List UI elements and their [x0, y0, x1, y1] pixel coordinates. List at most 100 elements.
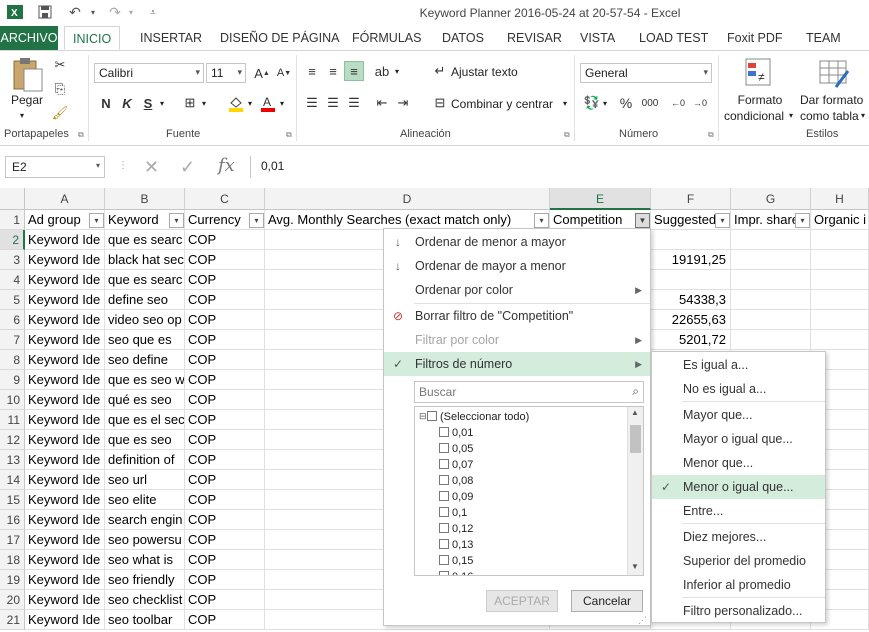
align-left-icon[interactable]: ☰ — [302, 93, 322, 113]
row-header[interactable]: 21 — [0, 610, 25, 630]
underline-button[interactable]: S — [138, 93, 158, 113]
filter-button-b[interactable]: ▾ — [169, 213, 184, 228]
table-cell-a[interactable]: Keyword Ide — [25, 390, 105, 410]
increase-indent-icon[interactable]: ⇥ — [393, 93, 413, 113]
row-header[interactable]: 4 — [0, 270, 25, 290]
table-cell-c[interactable]: COP — [185, 530, 265, 550]
row-header[interactable]: 15 — [0, 490, 25, 510]
undo-icon[interactable]: ↶ — [66, 3, 84, 21]
filter-value-checkbox[interactable]: 0,1 — [439, 505, 467, 521]
row-header-1[interactable]: 1 — [0, 210, 25, 230]
table-cell-g[interactable] — [731, 270, 811, 290]
select-all-checkbox[interactable]: (Seleccionar todo) — [427, 409, 529, 425]
table-cell-g[interactable] — [731, 310, 811, 330]
table-cell-h[interactable] — [811, 290, 869, 310]
filter-value-checkbox[interactable]: 0,07 — [439, 457, 473, 473]
table-cell-b[interactable]: seo friendly — [105, 570, 185, 590]
table-cell-a[interactable]: Keyword Ide — [25, 530, 105, 550]
insert-function-icon[interactable]: fx — [218, 155, 235, 176]
filter-value-checkbox[interactable]: 0,12 — [439, 521, 473, 537]
table-cell-c[interactable]: COP — [185, 470, 265, 490]
wrap-text-button[interactable]: Ajustar texto — [451, 65, 518, 79]
menu-clear-filter[interactable]: ⊘ Borrar filtro de "Competition" — [384, 304, 650, 328]
table-cell-c[interactable]: COP — [185, 290, 265, 310]
table-cell-a[interactable]: Keyword Ide — [25, 350, 105, 370]
table-cell-f[interactable] — [651, 270, 731, 290]
row-header[interactable]: 3 — [0, 250, 25, 270]
align-bottom-icon[interactable]: ≡ — [344, 61, 364, 81]
tab-diseno-pagina[interactable]: DISEÑO DE PÁGINA — [212, 26, 347, 50]
resize-grip-icon[interactable]: ⋰ — [638, 615, 647, 626]
filter-button-f[interactable]: ▾ — [715, 213, 730, 228]
table-cell-a[interactable]: Keyword Ide — [25, 610, 105, 630]
table-cell-c[interactable]: COP — [185, 410, 265, 430]
tab-formulas[interactable]: FÓRMULAS — [344, 26, 429, 50]
table-cell-a[interactable]: Keyword Ide — [25, 570, 105, 590]
bold-button[interactable]: N — [96, 93, 116, 113]
table-cell-f[interactable]: 54338,3 — [651, 290, 731, 310]
number-filter-option[interactable]: Es igual a... — [652, 353, 825, 377]
name-box[interactable]: E2 ▾ — [5, 156, 105, 178]
tab-team[interactable]: TEAM — [798, 26, 849, 50]
paste-icon[interactable] — [10, 57, 44, 93]
merge-center-icon[interactable]: ⊟ — [430, 93, 450, 113]
table-cell-a[interactable]: Keyword Ide — [25, 470, 105, 490]
tab-archivo[interactable]: ARCHIVO — [0, 26, 58, 50]
table-cell-c[interactable]: COP — [185, 250, 265, 270]
increase-font-icon[interactable]: A ▲ — [252, 63, 272, 83]
thousands-button[interactable]: 000 — [638, 93, 662, 113]
table-cell-b[interactable]: define seo — [105, 290, 185, 310]
alignment-launcher-icon[interactable]: ⧉ — [564, 130, 570, 140]
table-cell-a[interactable]: Keyword Ide — [25, 410, 105, 430]
column-header-h[interactable]: H — [811, 188, 869, 210]
row-header[interactable]: 13 — [0, 450, 25, 470]
column-header-e[interactable]: E — [550, 188, 651, 210]
table-cell-b[interactable]: seo powersu — [105, 530, 185, 550]
select-all-corner[interactable] — [0, 188, 25, 210]
clipboard-launcher-icon[interactable]: ⧉ — [78, 130, 84, 140]
confirm-entry-icon[interactable]: ✓ — [180, 157, 195, 178]
cancel-entry-icon[interactable]: ✕ — [144, 157, 159, 178]
tab-load-test[interactable]: LOAD TEST — [631, 26, 716, 50]
row-header[interactable]: 8 — [0, 350, 25, 370]
table-cell-f[interactable]: 22655,63 — [651, 310, 731, 330]
number-filter-option[interactable]: Superior del promedio — [652, 549, 825, 573]
undo-dropdown-icon[interactable]: ▾ — [84, 3, 102, 21]
number-filter-option[interactable]: ✓ Menor o igual que... — [652, 475, 825, 499]
table-cell-b[interactable]: search engin — [105, 510, 185, 530]
number-launcher-icon[interactable]: ⧉ — [708, 130, 714, 140]
table-cell-c[interactable]: COP — [185, 430, 265, 450]
column-header-c[interactable]: C — [185, 188, 265, 210]
scroll-down-icon[interactable]: ▼ — [631, 562, 639, 571]
table-cell-h[interactable] — [811, 330, 869, 350]
table-cell-a[interactable]: Keyword Ide — [25, 270, 105, 290]
number-filter-option[interactable]: Diez mejores... — [652, 525, 825, 549]
header-cell-organic[interactable]: Organic i — [811, 210, 869, 230]
table-cell-g[interactable] — [731, 250, 811, 270]
table-cell-c[interactable]: COP — [185, 230, 265, 250]
table-cell-c[interactable]: COP — [185, 610, 265, 630]
font-size-combo[interactable]: 11 ▾ — [206, 63, 246, 83]
list-scrollbar[interactable]: ▲ ▼ — [627, 407, 643, 575]
table-cell-f[interactable] — [651, 230, 731, 250]
table-cell-c[interactable]: COP — [185, 370, 265, 390]
decrease-decimal-icon[interactable]: →0 — [690, 93, 710, 113]
table-cell-a[interactable]: Keyword Ide — [25, 550, 105, 570]
filter-value-checkbox[interactable]: 0,01 — [439, 425, 473, 441]
percent-button[interactable]: % — [616, 93, 636, 113]
table-cell-c[interactable]: COP — [185, 450, 265, 470]
table-cell-g[interactable] — [731, 230, 811, 250]
row-header[interactable]: 12 — [0, 430, 25, 450]
table-cell-a[interactable]: Keyword Ide — [25, 330, 105, 350]
customize-toolbar-icon[interactable]: ⩡ — [144, 3, 162, 21]
filter-value-checkbox[interactable]: 0,15 — [439, 553, 473, 569]
tab-inicio[interactable]: INICIO — [64, 26, 121, 50]
align-top-icon[interactable]: ≡ — [302, 61, 322, 81]
table-cell-b[interactable]: que es seo — [105, 430, 185, 450]
table-cell-b[interactable]: que es seo w — [105, 370, 185, 390]
format-as-table-icon[interactable] — [818, 57, 850, 89]
table-cell-a[interactable]: Keyword Ide — [25, 590, 105, 610]
table-cell-b[interactable]: seo checklist — [105, 590, 185, 610]
row-header[interactable]: 20 — [0, 590, 25, 610]
row-header[interactable]: 17 — [0, 530, 25, 550]
